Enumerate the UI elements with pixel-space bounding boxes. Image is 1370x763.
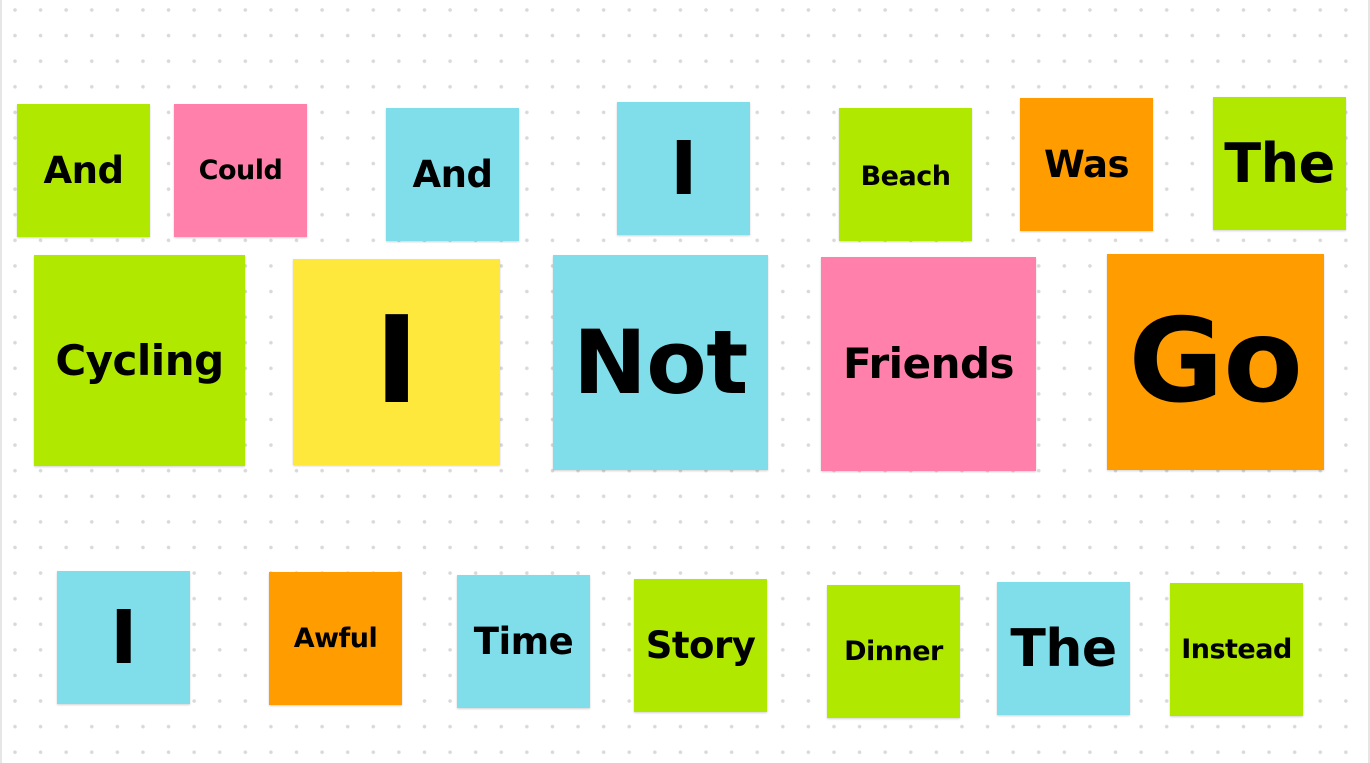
sticky-note-could[interactable]: Could <box>174 104 307 237</box>
sticky-note-text: The <box>1224 131 1335 195</box>
sticky-note-text: Go <box>1128 294 1303 429</box>
sticky-note-text: Instead <box>1181 634 1292 665</box>
sticky-note-go[interactable]: Go <box>1107 254 1324 470</box>
sticky-note-text: I <box>374 292 419 431</box>
sticky-note-story[interactable]: Story <box>634 579 767 712</box>
sticky-note-text: I <box>669 125 698 212</box>
sticky-note-the[interactable]: The <box>997 582 1130 715</box>
sticky-note-instead[interactable]: Instead <box>1170 583 1303 716</box>
sticky-note-i[interactable]: I <box>293 259 500 465</box>
sticky-note-and[interactable]: And <box>17 104 150 237</box>
sticky-note-the[interactable]: The <box>1213 97 1346 230</box>
sticky-note-text: Not <box>573 310 748 414</box>
sticky-note-awful[interactable]: Awful <box>269 572 402 705</box>
sticky-note-dinner[interactable]: Dinner <box>827 585 960 718</box>
sticky-note-text: Dinner <box>844 636 943 667</box>
sticky-note-cycling[interactable]: Cycling <box>34 255 245 466</box>
sticky-note-beach[interactable]: Beach <box>839 108 972 241</box>
sticky-note-text: Story <box>645 624 756 667</box>
sticky-note-time[interactable]: Time <box>457 575 590 708</box>
sticky-note-was[interactable]: Was <box>1020 98 1153 231</box>
sticky-note-text: Time <box>473 620 574 663</box>
sticky-note-text: I <box>109 594 138 681</box>
sticky-note-i[interactable]: I <box>57 571 190 704</box>
sticky-note-text: And <box>412 153 493 196</box>
sticky-note-not[interactable]: Not <box>553 255 768 470</box>
sticky-note-text: And <box>43 149 124 192</box>
sticky-note-i[interactable]: I <box>617 102 750 235</box>
sticky-note-text: Awful <box>293 623 378 654</box>
sticky-note-text: Beach <box>860 160 951 192</box>
sticky-note-text: Was <box>1044 143 1129 186</box>
sticky-note-text: The <box>1010 618 1117 679</box>
sticky-note-friends[interactable]: Friends <box>821 257 1036 471</box>
sticky-note-text: Friends <box>842 339 1015 388</box>
whiteboard-canvas[interactable]: And Could And I Beach Was The Cycling I … <box>0 0 1370 763</box>
sticky-note-text: Could <box>198 155 283 186</box>
sticky-note-text: Cycling <box>55 335 224 385</box>
sticky-note-and[interactable]: And <box>386 108 519 241</box>
